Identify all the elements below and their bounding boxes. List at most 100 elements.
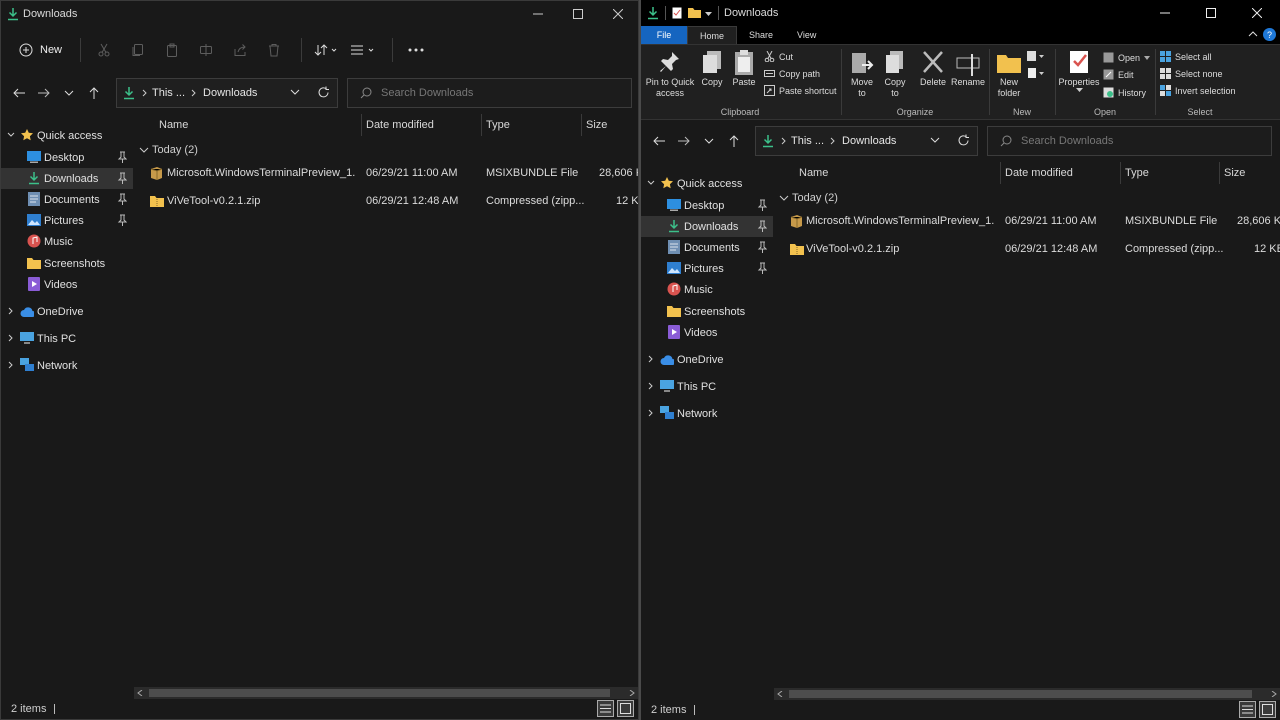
breadcrumb-root[interactable]: This ... — [152, 87, 185, 99]
new-button[interactable]: New — [15, 35, 68, 65]
breadcrumb-current[interactable]: Downloads — [842, 135, 896, 147]
nav-item-screenshots[interactable]: Screenshots — [641, 301, 773, 322]
address-bar[interactable]: This ... Downloads — [116, 78, 338, 108]
details-view-button[interactable] — [1239, 701, 1256, 718]
nav-network[interactable]: Network — [641, 403, 773, 424]
file-row[interactable]: Microsoft.WindowsTerminalPreview_1.9.1..… — [774, 210, 1280, 232]
search-box[interactable]: Search Downloads — [987, 126, 1272, 156]
paste-button[interactable] — [157, 35, 187, 65]
file-row[interactable]: ViVeTool-v0.2.1.zip 06/29/21 12:48 AM Co… — [774, 238, 1280, 260]
rename-button[interactable]: Rename — [950, 49, 986, 88]
copy-path-button[interactable]: Copy path — [764, 68, 820, 79]
pin-to-quick-access-button[interactable]: Pin to Quick access — [644, 49, 696, 99]
column-header-date[interactable]: Date modified — [366, 114, 434, 136]
tab-view[interactable]: View — [785, 26, 828, 44]
maximize-button[interactable] — [558, 1, 598, 27]
refresh-button[interactable] — [317, 86, 330, 99]
new-folder-button[interactable]: New folder — [993, 49, 1025, 99]
column-header-size[interactable]: Size — [586, 114, 607, 136]
nav-item-screenshots[interactable]: Screenshots — [1, 253, 133, 274]
forward-button[interactable] — [673, 128, 695, 154]
large-icons-view-button[interactable] — [1259, 701, 1276, 718]
column-header-name[interactable]: Name — [799, 162, 828, 184]
cut-button[interactable]: Cut — [764, 51, 793, 62]
nav-item-music[interactable]: Music — [641, 279, 773, 300]
easy-access-button[interactable] — [1027, 67, 1045, 79]
cut-button[interactable] — [89, 35, 119, 65]
nav-this-pc[interactable]: This PC — [641, 376, 773, 397]
copy-button[interactable] — [123, 35, 153, 65]
properties-quick-icon[interactable] — [672, 7, 682, 19]
paste-button[interactable]: Paste — [730, 49, 758, 88]
tab-share[interactable]: Share — [737, 26, 785, 44]
up-button[interactable] — [723, 128, 745, 154]
nav-onedrive[interactable]: OneDrive — [641, 349, 773, 370]
nav-this-pc[interactable]: This PC — [1, 328, 133, 349]
nav-item-videos[interactable]: Videos — [1, 274, 133, 295]
copy-button[interactable]: Copy — [698, 49, 726, 88]
details-view-button[interactable] — [597, 700, 614, 717]
refresh-button[interactable] — [957, 134, 970, 147]
nav-item-documents[interactable]: Documents — [641, 237, 773, 258]
nav-item-documents[interactable]: Documents — [1, 189, 133, 210]
maximize-button[interactable] — [1188, 0, 1234, 26]
invert-selection-button[interactable]: Invert selection — [1160, 85, 1236, 96]
title-bar[interactable]: Downloads — [1, 1, 638, 27]
nav-quick-access[interactable]: Quick access — [641, 173, 773, 194]
nav-item-music[interactable]: Music — [1, 231, 133, 252]
tab-file[interactable]: File — [641, 26, 687, 44]
view-button[interactable] — [346, 35, 380, 65]
select-none-button[interactable]: Select none — [1160, 68, 1223, 79]
nav-item-desktop[interactable]: Desktop — [1, 147, 133, 168]
customize-qat-icon[interactable] — [705, 11, 712, 16]
minimize-button[interactable] — [1142, 0, 1188, 26]
horizontal-scrollbar[interactable] — [774, 688, 1280, 700]
collapse-ribbon-icon[interactable] — [1248, 30, 1258, 37]
group-header-today[interactable]: Today (2) — [139, 144, 198, 156]
history-button[interactable]: History — [1103, 87, 1146, 98]
copy-to-button[interactable]: Copy to — [880, 49, 910, 99]
new-item-button[interactable] — [1027, 50, 1045, 62]
recent-locations-button[interactable] — [698, 128, 720, 154]
nav-quick-access[interactable]: Quick access — [1, 125, 133, 146]
horizontal-scrollbar[interactable] — [134, 687, 638, 699]
nav-onedrive[interactable]: OneDrive — [1, 301, 133, 322]
forward-button[interactable] — [33, 80, 55, 106]
large-icons-view-button[interactable] — [617, 700, 634, 717]
paste-shortcut-button[interactable]: Paste shortcut — [764, 85, 837, 96]
edit-button[interactable]: Edit — [1103, 69, 1134, 80]
help-icon[interactable]: ? — [1263, 28, 1276, 41]
up-button[interactable] — [83, 80, 105, 106]
breadcrumb-current[interactable]: Downloads — [203, 87, 257, 99]
open-button[interactable]: Open — [1103, 52, 1151, 63]
delete-button[interactable] — [259, 35, 289, 65]
file-row[interactable]: Microsoft.WindowsTerminalPreview_1.9.1..… — [134, 162, 638, 184]
nav-item-downloads[interactable]: Downloads — [641, 216, 773, 237]
share-button[interactable] — [225, 35, 255, 65]
recent-locations-button[interactable] — [58, 80, 80, 106]
nav-item-videos[interactable]: Videos — [641, 322, 773, 343]
nav-network[interactable]: Network — [1, 355, 133, 376]
column-header-type[interactable]: Type — [1125, 162, 1149, 184]
title-bar[interactable]: Downloads — [641, 0, 1280, 26]
close-button[interactable] — [598, 1, 638, 27]
address-history-dropdown[interactable] — [290, 89, 300, 95]
close-button[interactable] — [1234, 0, 1280, 26]
column-header-type[interactable]: Type — [486, 114, 510, 136]
rename-button[interactable] — [191, 35, 221, 65]
breadcrumb-root[interactable]: This ... — [791, 135, 824, 147]
properties-button[interactable]: Properties — [1058, 49, 1100, 93]
group-header-today[interactable]: Today (2) — [779, 192, 838, 204]
back-button[interactable] — [8, 80, 30, 106]
tab-home[interactable]: Home — [687, 25, 738, 45]
address-history-dropdown[interactable] — [930, 137, 940, 143]
more-options-button[interactable] — [401, 35, 431, 65]
sort-button[interactable] — [310, 35, 342, 65]
nav-item-downloads[interactable]: Downloads — [1, 168, 133, 189]
select-all-button[interactable]: Select all — [1160, 51, 1212, 62]
file-row[interactable]: ViVeTool-v0.2.1.zip 06/29/21 12:48 AM Co… — [134, 190, 638, 212]
search-box[interactable]: Search Downloads — [347, 78, 632, 108]
column-header-name[interactable]: Name — [159, 114, 188, 136]
nav-item-pictures[interactable]: Pictures — [641, 258, 773, 279]
minimize-button[interactable] — [518, 1, 558, 27]
